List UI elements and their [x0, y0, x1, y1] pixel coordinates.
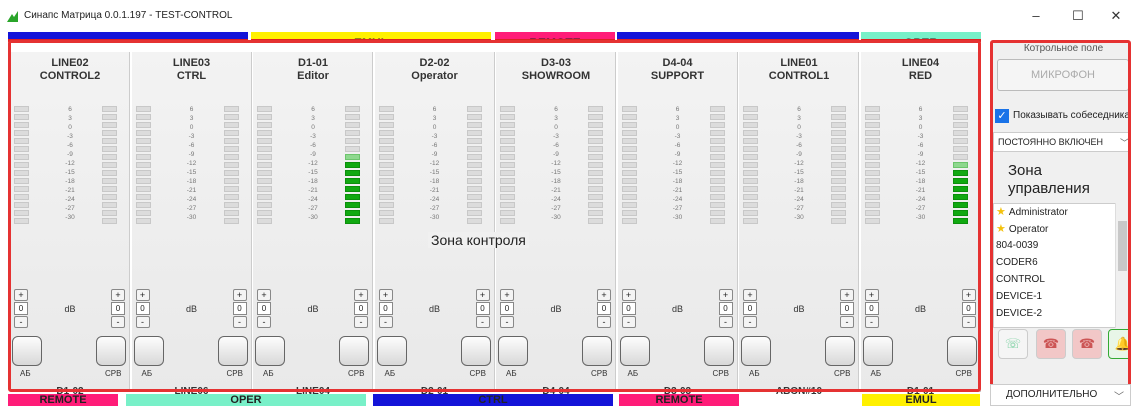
list-item[interactable]: ★ Operator: [996, 221, 1048, 238]
scrollbar-thumb[interactable]: [1118, 221, 1127, 271]
window-title: Синапс Матрица 0.0.1.197 - TEST-CONTROL: [24, 10, 233, 21]
group-tag-bottom: CTRL: [373, 394, 613, 406]
show-partner-label: Показывать собеседника: [1013, 110, 1130, 121]
user-name: DEVICE-1: [996, 291, 1043, 302]
maximize-button[interactable]: ☐: [1063, 6, 1093, 26]
list-item[interactable]: CODER6: [996, 255, 1038, 271]
hangup-all-icon[interactable]: ☎: [1072, 329, 1102, 359]
control-panel: Котрольное поле МИКРОФОН ✓ Показывать со…: [990, 40, 1131, 395]
accept-call-icon[interactable]: ☏: [998, 329, 1028, 359]
group-tag-bottom: EMUL: [862, 394, 980, 406]
list-item[interactable]: 804-0039: [996, 238, 1038, 254]
group-tag-bottom: REMOTE: [619, 394, 739, 406]
group-tag-bottom: OPER: [126, 394, 366, 406]
group-tag-bottom: REMOTE: [8, 394, 118, 406]
star-icon: ★: [996, 206, 1009, 218]
list-item[interactable]: DEVICE-2: [996, 306, 1042, 322]
bell-icon[interactable]: 🔔: [1108, 329, 1128, 359]
user-list[interactable]: ★ Administrator ★ Operator 804-0039 CODER6 C…: [993, 203, 1128, 328]
minimize-button[interactable]: –: [1021, 6, 1051, 26]
user-name: 804-0039: [996, 240, 1039, 251]
title-bar: Синапс Матрица 0.0.1.197 - TEST-CONTROL …: [0, 0, 1131, 32]
list-item[interactable]: CONTROL: [996, 272, 1045, 288]
app-logo-icon: [7, 11, 18, 22]
user-name: Operator: [1008, 224, 1049, 235]
close-button[interactable]: ✕: [1101, 6, 1131, 26]
user-name: DEVICE-2: [996, 308, 1043, 319]
user-name: CONTROL: [996, 274, 1045, 285]
chevron-down-icon: ﹀: [1119, 138, 1129, 148]
panel-title: Котрольное поле: [1023, 43, 1104, 54]
list-item[interactable]: ★ Administrator: [996, 204, 1068, 221]
control-zone-label: Зона контроля: [428, 232, 529, 248]
show-partner-checkbox-row[interactable]: ✓ Показывать собеседника: [995, 109, 1130, 123]
mode-select-value: ПОСТОЯННО ВКЛЮЧЕН: [998, 137, 1104, 147]
bottom-group-bar: REMOTE OPER CTRL REMOTE EMUL: [8, 394, 983, 406]
list-item[interactable]: DEVICE-1: [996, 289, 1042, 305]
chevron-down-icon: ﹀: [1114, 392, 1124, 403]
more-dropdown-label: ДОПОЛНИТЕЛЬНО: [1006, 389, 1098, 400]
checkbox-checked-icon[interactable]: ✓: [995, 109, 1009, 123]
user-name: Administrator: [1008, 207, 1068, 218]
mode-select[interactable]: ПОСТОЯННО ВКЛЮЧЕН ﹀: [993, 132, 1129, 152]
hangup-icon[interactable]: ☎: [1036, 329, 1066, 359]
more-dropdown[interactable]: ДОПОЛНИТЕЛЬНО ﹀: [990, 384, 1131, 406]
management-zone-label: Зона управления: [1008, 162, 1090, 197]
user-name: CODER6: [996, 257, 1038, 268]
control-zone-highlight: [8, 40, 981, 392]
microphone-button[interactable]: МИКРОФОН: [997, 59, 1128, 91]
user-list-scrollbar[interactable]: [1115, 203, 1128, 328]
star-icon: ★: [996, 223, 1009, 235]
